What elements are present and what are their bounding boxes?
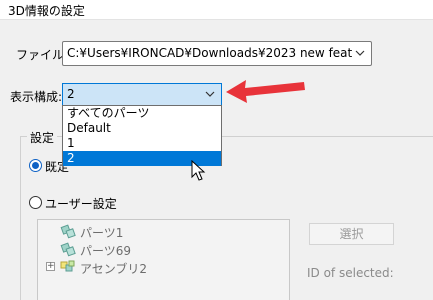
user-settings-radio-label: ユーザー設定	[45, 197, 117, 211]
user-settings-radio[interactable]	[29, 196, 42, 209]
display-config-dropdown[interactable]: すべてのパーツ Default 1 2	[62, 105, 222, 166]
file-label: ファイル:	[16, 48, 69, 62]
annotation-arrow-icon	[226, 80, 305, 103]
assembly-icon	[60, 260, 75, 272]
tree-item-label: アセンブリ2	[80, 262, 148, 276]
dropdown-option[interactable]: Default	[63, 121, 221, 136]
display-config-combo[interactable]: 2	[62, 83, 222, 106]
mouse-cursor-icon	[191, 160, 206, 181]
scene-tree[interactable]: パーツ1 パーツ69 + アセンブリ2	[37, 219, 290, 300]
title-bar: 3D情報の設定	[0, 0, 433, 20]
display-config-label: 表示構成:	[10, 90, 63, 104]
expand-icon[interactable]: +	[46, 262, 55, 271]
default-radio[interactable]	[29, 159, 42, 172]
dropdown-option[interactable]: 1	[63, 136, 221, 151]
tree-item-label: パーツ69	[80, 244, 132, 258]
chevron-down-icon[interactable]	[204, 88, 216, 100]
tree-item-label: パーツ1	[80, 226, 124, 240]
id-of-selected-label: ID of selected:	[307, 266, 394, 280]
file-combo-value: C:¥Users¥IRONCAD¥Downloads¥2023 new feat…	[67, 46, 353, 60]
window-title: 3D情報の設定	[8, 4, 85, 18]
part-icon	[60, 242, 76, 257]
chevron-down-icon[interactable]	[354, 47, 366, 59]
file-combo[interactable]: C:¥Users¥IRONCAD¥Downloads¥2023 new feat…	[62, 41, 372, 66]
part-icon	[60, 224, 76, 239]
select-button[interactable]: 選択	[309, 223, 394, 245]
dropdown-option[interactable]: すべてのパーツ	[63, 106, 221, 121]
display-config-value: 2	[67, 87, 75, 101]
settings-group-title: 設定	[27, 129, 58, 146]
